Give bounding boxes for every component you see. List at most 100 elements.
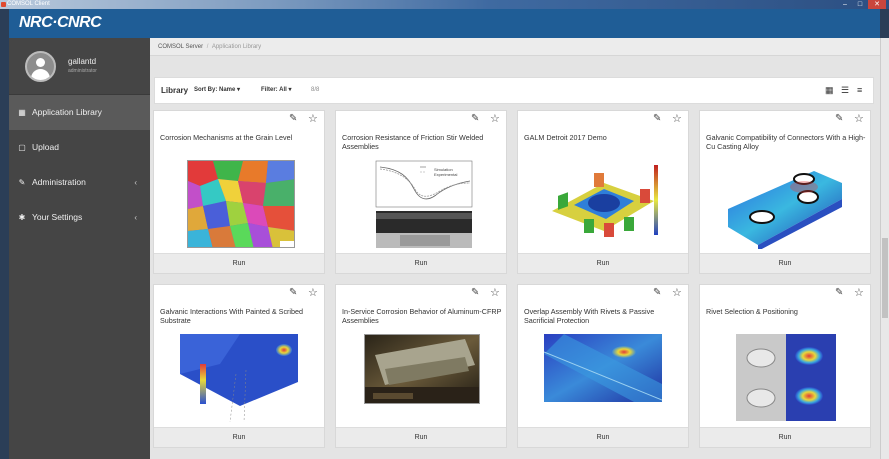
app-icon [1,2,6,7]
app-card[interactable]: ✎ ☆ Corrosion Resistance of Friction Sti… [335,110,507,274]
window-title: COMSOL Client [7,1,50,7]
library-toolbar: Library Sort By: Name ▾ Filter: All ▾ 8/… [154,77,874,104]
run-button[interactable]: Run [154,427,324,447]
sidebar-item-administration[interactable]: ✎ Administration ‹ [9,165,150,200]
app-thumbnail[interactable] [180,334,298,422]
app-title: Corrosion Mechanisms at the Grain Level [160,133,293,142]
painted-substrate-image [180,334,298,422]
app-card[interactable]: ✎ ☆ Corrosion Mechanisms at the Grain Le… [153,110,325,274]
app-count: 8/8 [311,87,320,93]
app-thumbnail[interactable] [724,165,846,249]
window-titlebar: COMSOL Client – □ ✕ [0,0,889,9]
vertical-scrollbar[interactable] [880,38,889,459]
app-thumbnail[interactable] [364,334,480,404]
star-icon[interactable]: ☆ [672,286,682,299]
breadcrumb: COMSOL Server / Application Library [150,38,880,56]
rivet-selection-image [736,334,836,421]
sidebar-item-label: Your Settings [32,212,83,222]
main-content: COMSOL Server / Application Library Libr… [150,38,880,459]
sidebar-item-label: Upload [32,142,59,152]
sidebar-item-label: Application Library [32,107,102,117]
edit-icon[interactable]: ✎ [835,287,843,298]
star-icon[interactable]: ☆ [308,286,318,299]
list-view-icon[interactable]: ☰ [841,78,849,103]
app-title: Galvanic Interactions With Painted & Scr… [160,307,304,325]
app-title: GALM Detroit 2017 Demo [524,133,607,142]
app-card[interactable]: ✎ ☆ Galvanic Compatibility of Connectors… [699,110,871,274]
avatar[interactable] [25,51,56,82]
run-button[interactable]: Run [154,253,324,273]
app-header: NRC·CNRC [9,9,880,38]
app-card[interactable]: ✎ ☆ In-Service Corrosion Behavior of Alu… [335,284,507,448]
app-card[interactable]: ✎ ☆ GALM Detroit 2017 Demo Run [517,110,689,274]
sidebar-item-application-library[interactable]: ▦ Application Library [9,95,150,130]
user-icon [36,58,45,67]
edit-icon[interactable]: ✎ [835,113,843,124]
app-thumbnail[interactable] [736,334,836,421]
breadcrumb-root[interactable]: COMSOL Server [158,44,203,50]
star-icon[interactable]: ☆ [308,112,318,125]
edit-icon[interactable]: ✎ [289,287,297,298]
edit-icon[interactable]: ✎ [471,287,479,298]
filter-dropdown[interactable]: Filter: All ▾ [261,78,291,103]
upload-icon: ▢ [18,143,26,152]
overlap-assembly-image [544,334,662,402]
star-icon[interactable]: ☆ [490,112,500,125]
app-card[interactable]: ✎ ☆ Galvanic Interactions With Painted &… [153,284,325,448]
cfrp-photo [365,335,479,403]
user-name: gallantd [68,57,97,66]
run-button[interactable]: Run [700,427,870,447]
nrc-logo[interactable]: NRC·CNRC [19,14,102,32]
sidebar-item-label: Administration [32,177,86,187]
app-title: Overlap Assembly With Rivets & Passive S… [524,307,655,325]
edit-icon[interactable]: ✎ [289,113,297,124]
run-button[interactable]: Run [336,253,506,273]
galm-demo-image [544,161,662,247]
chevron-left-icon: ‹ [134,213,137,222]
edit-icon[interactable]: ✎ [653,113,661,124]
user-role: administrator [68,68,97,74]
chevron-left-icon: ‹ [134,178,137,187]
legend-experimental: Experimental [434,172,458,177]
minimize-button[interactable]: – [838,0,852,9]
sidebar-item-upload[interactable]: ▢ Upload [9,130,150,165]
app-title: Rivet Selection & Positioning [706,307,798,316]
star-icon[interactable]: ☆ [672,112,682,125]
run-button[interactable]: Run [700,253,870,273]
scrollbar-thumb[interactable] [882,238,888,318]
app-card[interactable]: ✎ ☆ Rivet Selection & Positioning Run [699,284,871,448]
grid-view-icon[interactable]: ▦ [825,78,834,103]
app-card[interactable]: ✎ ☆ Overlap Assembly With Rivets & Passi… [517,284,689,448]
library-heading: Library [161,86,189,95]
compact-view-icon[interactable]: ≡ [857,78,862,103]
sort-dropdown[interactable]: Sort By: Name ▾ [194,78,240,103]
run-button[interactable]: Run [518,253,688,273]
connector-image [724,165,846,249]
app-title: In-Service Corrosion Behavior of Aluminu… [342,307,502,325]
star-icon[interactable]: ☆ [854,286,864,299]
app-thumbnail[interactable] [544,334,662,402]
weld-plot-image [370,159,476,250]
app-title: Corrosion Resistance of Friction Stir We… [342,133,484,151]
app-thumbnail[interactable]: Simulation Experimental [370,159,476,250]
sidebar: gallantd administrator ▦ Application Lib… [9,38,150,459]
breadcrumb-separator: / [206,44,209,50]
star-icon[interactable]: ☆ [854,112,864,125]
app-thumbnail[interactable] [187,160,295,248]
grain-structure-image [188,161,294,247]
grid-icon: ▦ [18,108,26,117]
app-window: COMSOL Client – □ ✕ NRC·CNRC gallantd ad… [0,0,889,459]
edit-icon[interactable]: ✎ [653,287,661,298]
breadcrumb-current: Application Library [211,44,262,50]
close-button[interactable]: ✕ [868,0,886,9]
run-button[interactable]: Run [518,427,688,447]
sidebar-item-your-settings[interactable]: ✱ Your Settings ‹ [9,200,150,235]
edit-icon[interactable]: ✎ [471,113,479,124]
wrench-icon: ✎ [18,178,26,187]
star-icon[interactable]: ☆ [490,286,500,299]
app-thumbnail[interactable] [544,161,662,247]
gear-icon: ✱ [18,213,26,222]
user-panel: gallantd administrator [9,38,150,95]
maximize-button[interactable]: □ [853,0,867,9]
run-button[interactable]: Run [336,427,506,447]
